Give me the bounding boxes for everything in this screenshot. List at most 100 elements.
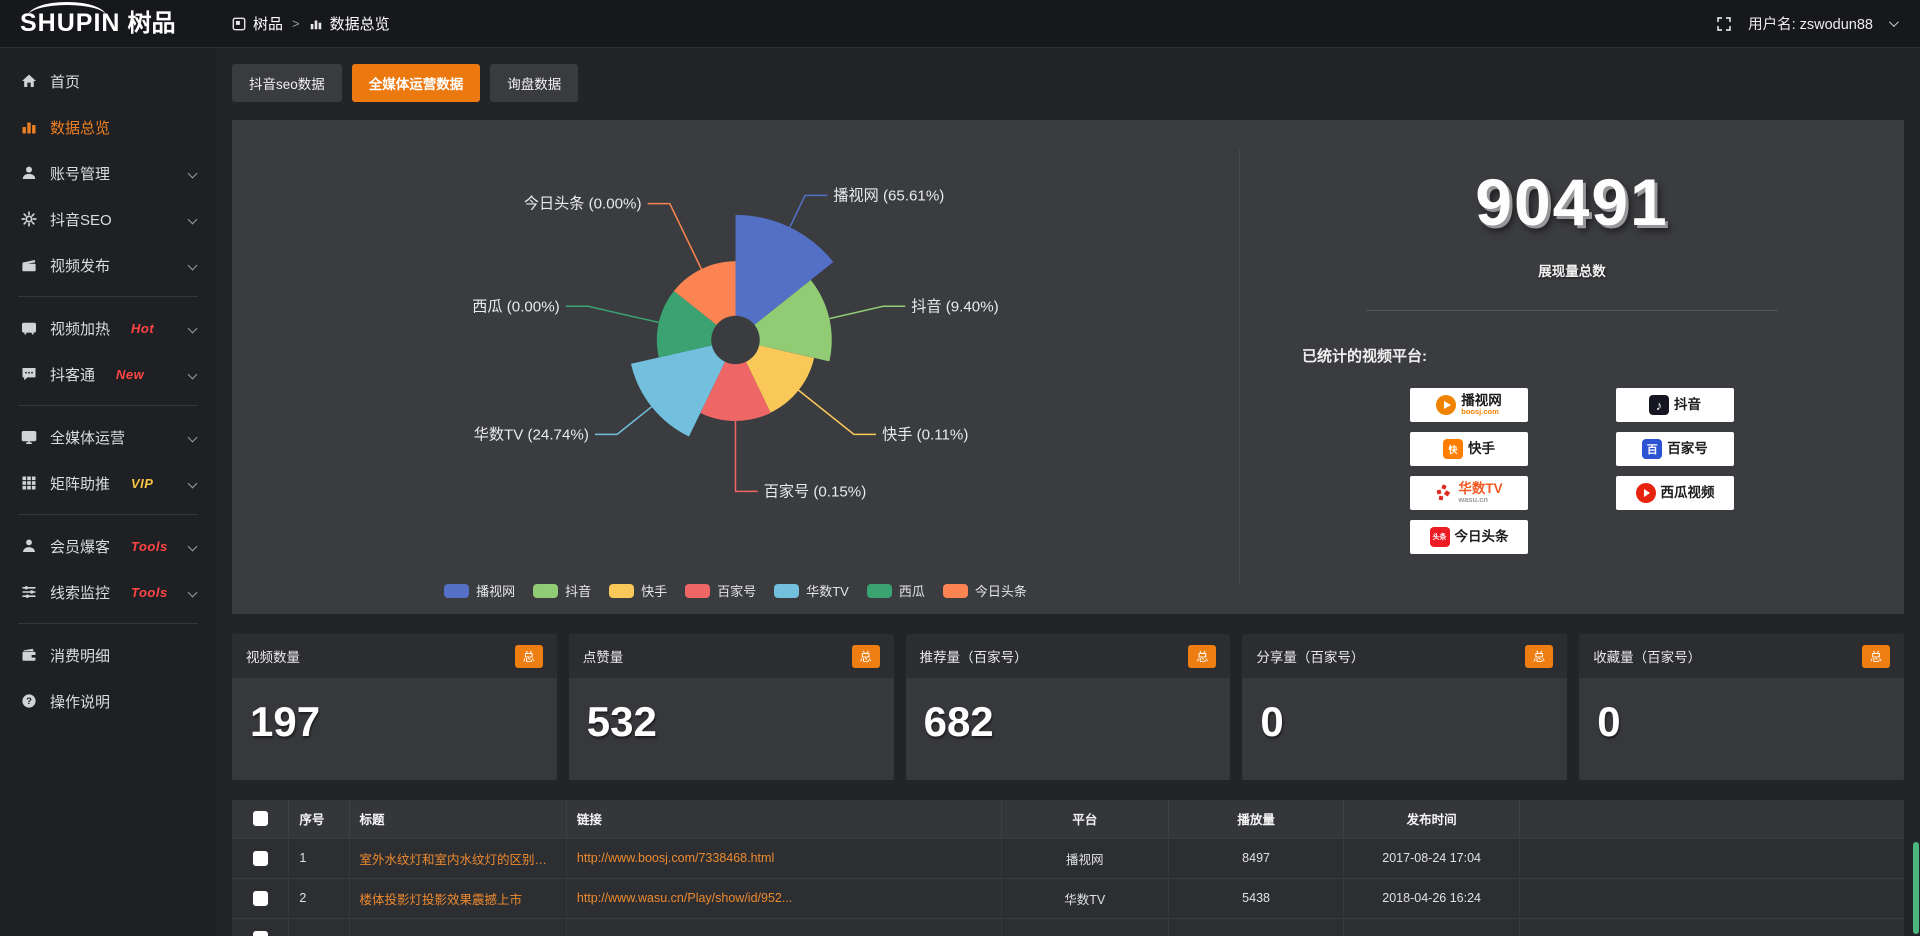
username[interactable]: 用户名: zswodun88 xyxy=(1748,13,1873,34)
sidebar-item-matrix-boost[interactable]: 矩阵助推VIP xyxy=(0,460,216,506)
stat-card-title: 视频数量 xyxy=(246,646,300,666)
sidebar-divider xyxy=(18,405,198,406)
video-title-link[interactable]: 室外水纹灯和室内水纹灯的区别和简介 xyxy=(349,838,566,878)
app-mini-icon xyxy=(232,17,246,31)
row-index: 2 xyxy=(289,878,349,918)
gear-icon xyxy=(20,211,37,227)
platform-badge[interactable]: 快快手 xyxy=(1410,432,1528,466)
home-icon xyxy=(20,73,37,89)
sidebar-item-member-leads[interactable]: 会员爆客Tools xyxy=(0,523,216,569)
sidebar-item-clue-monitor[interactable]: 线索监控Tools xyxy=(0,569,216,615)
app-logo[interactable]: SHUPIN 树品 xyxy=(0,11,216,36)
pie-label-line xyxy=(790,195,828,227)
legend-item[interactable]: 抖音 xyxy=(533,581,591,600)
sidebar-item-video-publish[interactable]: 视频发布 xyxy=(0,242,216,288)
stat-card-value: 532 xyxy=(569,678,894,766)
douyin-logo: ♪ xyxy=(1649,395,1669,415)
tab-douyin-seo-data[interactable]: 抖音seo数据 xyxy=(232,64,342,102)
platform-badge[interactable]: 头条今日头条 xyxy=(1410,520,1528,554)
legend-item[interactable]: 华数TV xyxy=(774,581,849,600)
chevron-down-icon xyxy=(188,478,198,488)
legend-item[interactable]: 西瓜 xyxy=(867,581,925,600)
monitor-icon xyxy=(20,429,37,445)
sidebar-item-label: 消费明细 xyxy=(50,645,110,666)
scrollbar[interactable] xyxy=(1912,48,1920,936)
tab-media-operation-data[interactable]: 全媒体运营数据 xyxy=(352,64,481,102)
legend-label: 西瓜 xyxy=(899,581,925,600)
platform-badge[interactable]: ♪ 抖音 xyxy=(1616,388,1734,422)
videos-table: 序号标题链接平台播放量发布时间 1室外水纹灯和室内水纹灯的区别和简介http:/… xyxy=(232,800,1904,936)
sidebar-item-media-operation[interactable]: 全媒体运营 xyxy=(0,414,216,460)
total-badge[interactable]: 总 xyxy=(1862,645,1890,668)
stat-card-header: 收藏量（百家号）总 xyxy=(1579,634,1904,678)
tab-inquiry-data[interactable]: 询盘数据 xyxy=(490,64,578,102)
legend-item[interactable]: 快手 xyxy=(609,581,667,600)
pie-label-line xyxy=(736,421,758,491)
pie-label: 播视网 (65.61%) xyxy=(833,187,944,204)
select-all-checkbox[interactable] xyxy=(253,811,268,826)
boosj-logo xyxy=(1436,395,1456,415)
row-checkbox[interactable] xyxy=(253,851,268,866)
column-header: 序号 xyxy=(289,800,349,838)
platform-badge-sub: boosj.com xyxy=(1461,408,1499,416)
table-row: 2楼体投影灯投影效果震撼上市http://www.wasu.cn/Play/sh… xyxy=(232,878,1904,918)
stat-card: 点赞量总532 xyxy=(569,634,894,780)
stat-cards-row: 视频数量总197点赞量总532推荐量（百家号）总682分享量（百家号）总0收藏量… xyxy=(232,634,1904,780)
breadcrumb-current[interactable]: 数据总览 xyxy=(330,13,390,34)
platform-badge-name: 快手 xyxy=(1468,442,1495,456)
sidebar-item-douyin-seo[interactable]: 抖音SEO xyxy=(0,196,216,242)
legend-item[interactable]: 今日头条 xyxy=(943,581,1027,600)
stat-card-header: 分享量（百家号） 总 xyxy=(1242,634,1567,678)
help-icon: ? xyxy=(20,693,37,709)
chevron-down-icon xyxy=(188,432,198,442)
video-url-link[interactable]: http://www.wasu.cn/Play/show/id/952... xyxy=(566,878,1001,918)
checkbox-cell xyxy=(232,838,289,878)
row-checkbox[interactable] xyxy=(253,931,268,936)
chevron-down-icon xyxy=(188,541,198,551)
sidebar-item-instructions[interactable]: ?操作说明 xyxy=(0,678,216,724)
platform-badge[interactable]: 西瓜视频 xyxy=(1616,476,1734,510)
stat-card-value: 682 xyxy=(906,678,1231,766)
sidebar-item-home[interactable]: 首页 xyxy=(0,58,216,104)
sidebar-item-douketong[interactable]: 抖客通New xyxy=(0,351,216,397)
platform-badge[interactable]: 华数TVwasu.cn xyxy=(1410,476,1528,510)
sidebar-item-badge: Hot xyxy=(131,321,154,336)
legend-label: 快手 xyxy=(641,581,667,600)
video-url-link[interactable]: http://www.boosj.com/7338468.html xyxy=(566,838,1001,878)
publish-time-cell: 2018-04-26 16:24 xyxy=(1344,878,1520,918)
scrollbar-thumb[interactable] xyxy=(1913,842,1919,934)
platform-badge-name: 抖音 xyxy=(1674,398,1701,412)
column-header: 播放量 xyxy=(1168,800,1344,838)
sidebar-item-consumption-detail[interactable]: 消费明细 xyxy=(0,632,216,678)
sidebar-item-badge: Tools xyxy=(131,539,168,554)
platform-badge[interactable]: 百百家号 xyxy=(1616,432,1734,466)
legend-swatch xyxy=(444,584,469,598)
legend-label: 百家号 xyxy=(717,581,756,600)
pie-label-line xyxy=(648,204,702,269)
pie-slice[interactable] xyxy=(631,345,725,436)
sidebar-item-video-heating[interactable]: 视频加热Hot xyxy=(0,305,216,351)
data-tabs: 抖音seo数据全媒体运营数据询盘数据 xyxy=(232,64,1904,102)
chat-icon xyxy=(20,366,37,382)
pie-label: 抖音 (9.40%) xyxy=(911,298,998,315)
total-badge[interactable]: 总 xyxy=(1188,645,1216,668)
legend-item[interactable]: 播视网 xyxy=(444,581,515,600)
chevron-down-icon[interactable] xyxy=(1889,17,1899,27)
total-badge[interactable]: 总 xyxy=(515,645,543,668)
topbar-right: 用户名: zswodun88 xyxy=(1716,13,1920,34)
total-badge[interactable]: 总 xyxy=(852,645,880,668)
platform-badge-sub: wasu.cn xyxy=(1458,496,1488,504)
sidebar-item-account-management[interactable]: 账号管理 xyxy=(0,150,216,196)
stat-card-header: 视频数量 总 xyxy=(232,634,557,678)
pie-label-line xyxy=(566,306,659,322)
platform-cell: 华数TV xyxy=(1001,878,1168,918)
total-badge[interactable]: 总 xyxy=(1525,645,1553,668)
breadcrumb-root[interactable]: 树品 xyxy=(253,13,283,34)
video-title-link[interactable]: 楼体投影灯投影效果震撼上市 xyxy=(349,878,566,918)
fullscreen-icon[interactable] xyxy=(1716,16,1732,32)
stat-card-title: 分享量（百家号） xyxy=(1256,646,1364,666)
platform-badge[interactable]: 播视网boosj.com xyxy=(1410,388,1528,422)
sidebar-item-data-overview[interactable]: 数据总览 xyxy=(0,104,216,150)
legend-item[interactable]: 百家号 xyxy=(685,581,756,600)
row-checkbox[interactable] xyxy=(253,891,268,906)
